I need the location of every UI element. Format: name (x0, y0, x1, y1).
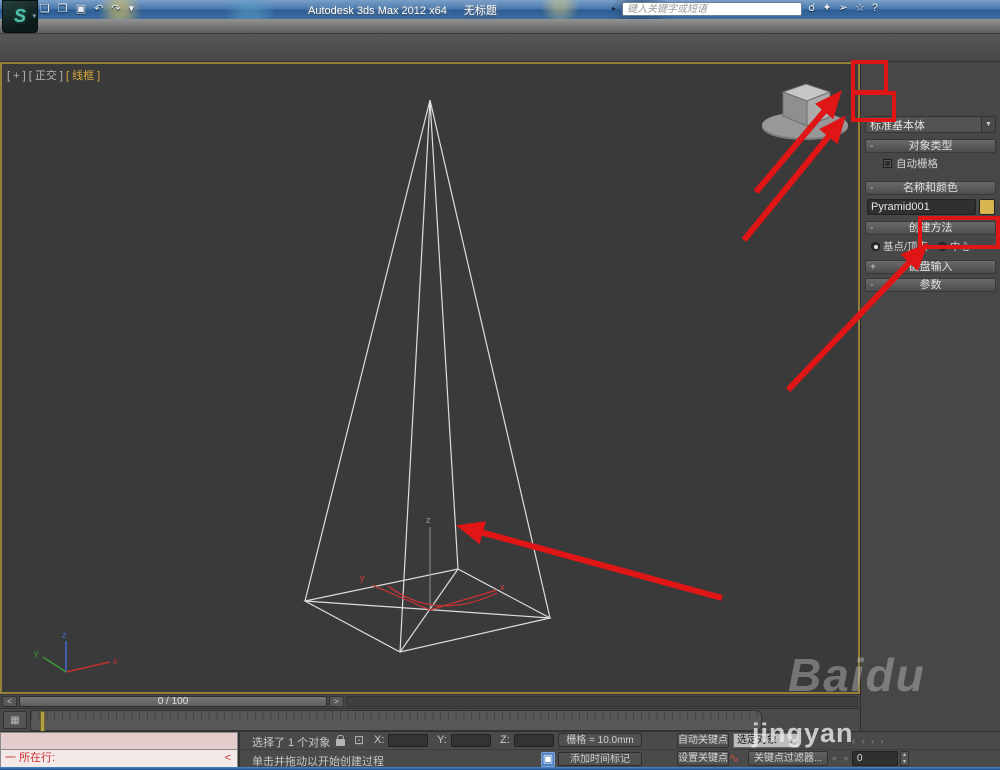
app-title: Autodesk 3ds Max 2012 x64 (308, 5, 447, 17)
autogrid-row: 自动栅格 (861, 153, 1000, 173)
primitive-type-dropdown[interactable]: 标准基本体 ▼ (865, 116, 996, 133)
rollout-keyboard-entry[interactable]: + 键盘输入 (865, 260, 996, 274)
time-tag-icon[interactable]: ▣ (541, 752, 555, 767)
rollout-parameters[interactable]: - 参数 (865, 278, 996, 292)
frame-spinner[interactable]: ▲ ▼ (900, 751, 909, 766)
next-frame-button[interactable]: > (329, 696, 344, 707)
create-categories (861, 88, 1000, 112)
command-panel-tabs (861, 62, 1000, 88)
viewport[interactable]: [ + ] [ 正交 ] [ 线框 ] (0, 62, 860, 694)
autogrid-checkbox[interactable] (883, 159, 892, 168)
open-file-icon[interactable]: ❐ (58, 1, 68, 17)
current-frame-marker[interactable] (40, 711, 45, 732)
go-to-start-end-icons[interactable]: « » (832, 753, 851, 763)
communication-center-icon[interactable]: ➢ (839, 1, 848, 16)
new-file-icon[interactable]: ❏ (40, 1, 50, 17)
add-time-tag[interactable]: 添加时间标记 (558, 752, 642, 766)
listener-status: 一 所在行: < (0, 750, 238, 768)
redo-icon[interactable]: ↷ (111, 1, 120, 17)
favorites-icon[interactable]: ☆ (855, 1, 865, 16)
help-icon[interactable]: ? (872, 1, 878, 16)
open-mini-curve-editor-icon[interactable]: ▦ (3, 711, 27, 729)
selected-object-dropdown[interactable]: 选定对象 ▼ (733, 733, 799, 748)
3dsmax-logo-icon[interactable]: S ▾ (2, 0, 38, 33)
quick-access-toolbar: ❏ ❐ ▣ ↶ ↷ ▾ (40, 1, 134, 17)
object-type-buttons (861, 173, 1000, 177)
command-panel: 标准基本体 ▼ - 对象类型 自动栅格 - 名称和颜色 Pyramid001 -… (860, 62, 1000, 731)
auto-key-button[interactable]: 自动关键点 (677, 733, 729, 748)
object-name-field[interactable]: Pyramid001 (867, 199, 976, 215)
radio-center[interactable]: 中心 (937, 239, 971, 254)
maxscript-mini-listener: 一 所在行: < (0, 732, 240, 768)
save-file-icon[interactable]: ▣ (76, 1, 86, 17)
viewport-menu-shading[interactable]: [ 线框 ] (66, 70, 100, 82)
search-input[interactable] (622, 2, 802, 16)
set-key-button[interactable]: 设置关键点 (677, 751, 729, 766)
main-toolbar (0, 34, 1000, 62)
subscription-center-icon[interactable]: ✦ (822, 1, 831, 16)
absolute-mode-toggle-icon[interactable]: ⊡ (354, 733, 364, 747)
time-slider-handle[interactable]: 0 / 100 (19, 696, 327, 707)
chevron-down-icon: ▼ (981, 117, 995, 132)
undo-icon[interactable]: ↶ (94, 1, 103, 17)
new-key-settings-icon[interactable]: ∿ (729, 751, 739, 765)
qat-customize-icon[interactable]: ▾ (129, 1, 135, 17)
chevron-down-icon: ▼ (788, 738, 795, 745)
time-slider: < 0 / 100 > (0, 694, 860, 708)
current-frame-field[interactable]: 0 (852, 751, 898, 766)
viewport-menu-general[interactable]: [ + ] (7, 70, 26, 82)
rollout-object-type[interactable]: - 对象类型 (865, 139, 996, 153)
track-bar-ruler[interactable] (30, 710, 762, 732)
lock-selection-icon[interactable] (336, 735, 345, 746)
track-bar: ▦ (0, 708, 860, 732)
coord-z-field[interactable] (514, 734, 554, 747)
transport-controls[interactable]: ‹ ‹ › › (852, 736, 886, 746)
coord-x-field[interactable] (388, 734, 428, 747)
listener-input[interactable] (0, 732, 238, 750)
key-filters-button[interactable]: 关键点过滤器... (748, 751, 828, 766)
document-title: 无标题 (463, 5, 497, 17)
title-bar: ❏ ❐ ▣ ↶ ↷ ▾ Autodesk 3ds Max 2012 x64 无标题 ▸ ☌… (0, 0, 1000, 19)
selection-status: 选择了 1 个对象 (252, 737, 331, 749)
status-bar: 选择了 1 个对象 ⊡ X: Y: Z: 栅格 = 10.0mm 自动关键点 选… (0, 731, 1000, 768)
viewport-menu-pov[interactable]: [ 正交 ] (29, 70, 63, 82)
search-communities-icon[interactable]: ☌ (808, 1, 815, 16)
time-slider-track[interactable] (346, 696, 858, 707)
radio-base-apex[interactable]: 基点/顶点 (871, 239, 928, 254)
rollout-creation-method[interactable]: - 创建方法 (865, 221, 996, 235)
previous-frame-button[interactable]: < (2, 696, 17, 707)
coord-y-field[interactable] (451, 734, 491, 747)
menu-bar (0, 19, 1000, 34)
grid-size-display: 栅格 = 10.0mm (558, 733, 642, 747)
viewport-label[interactable]: [ + ] [ 正交 ] [ 线框 ] (7, 67, 100, 83)
object-color-swatch[interactable] (979, 199, 995, 215)
window-title: Autodesk 3ds Max 2012 x64 无标题 (308, 2, 497, 18)
infocenter-icons: ☌ ✦ ➢ ☆? (808, 1, 878, 16)
rollout-name-color[interactable]: - 名称和颜色 (865, 181, 996, 195)
search-expand-icon[interactable]: ▸ (612, 4, 616, 13)
